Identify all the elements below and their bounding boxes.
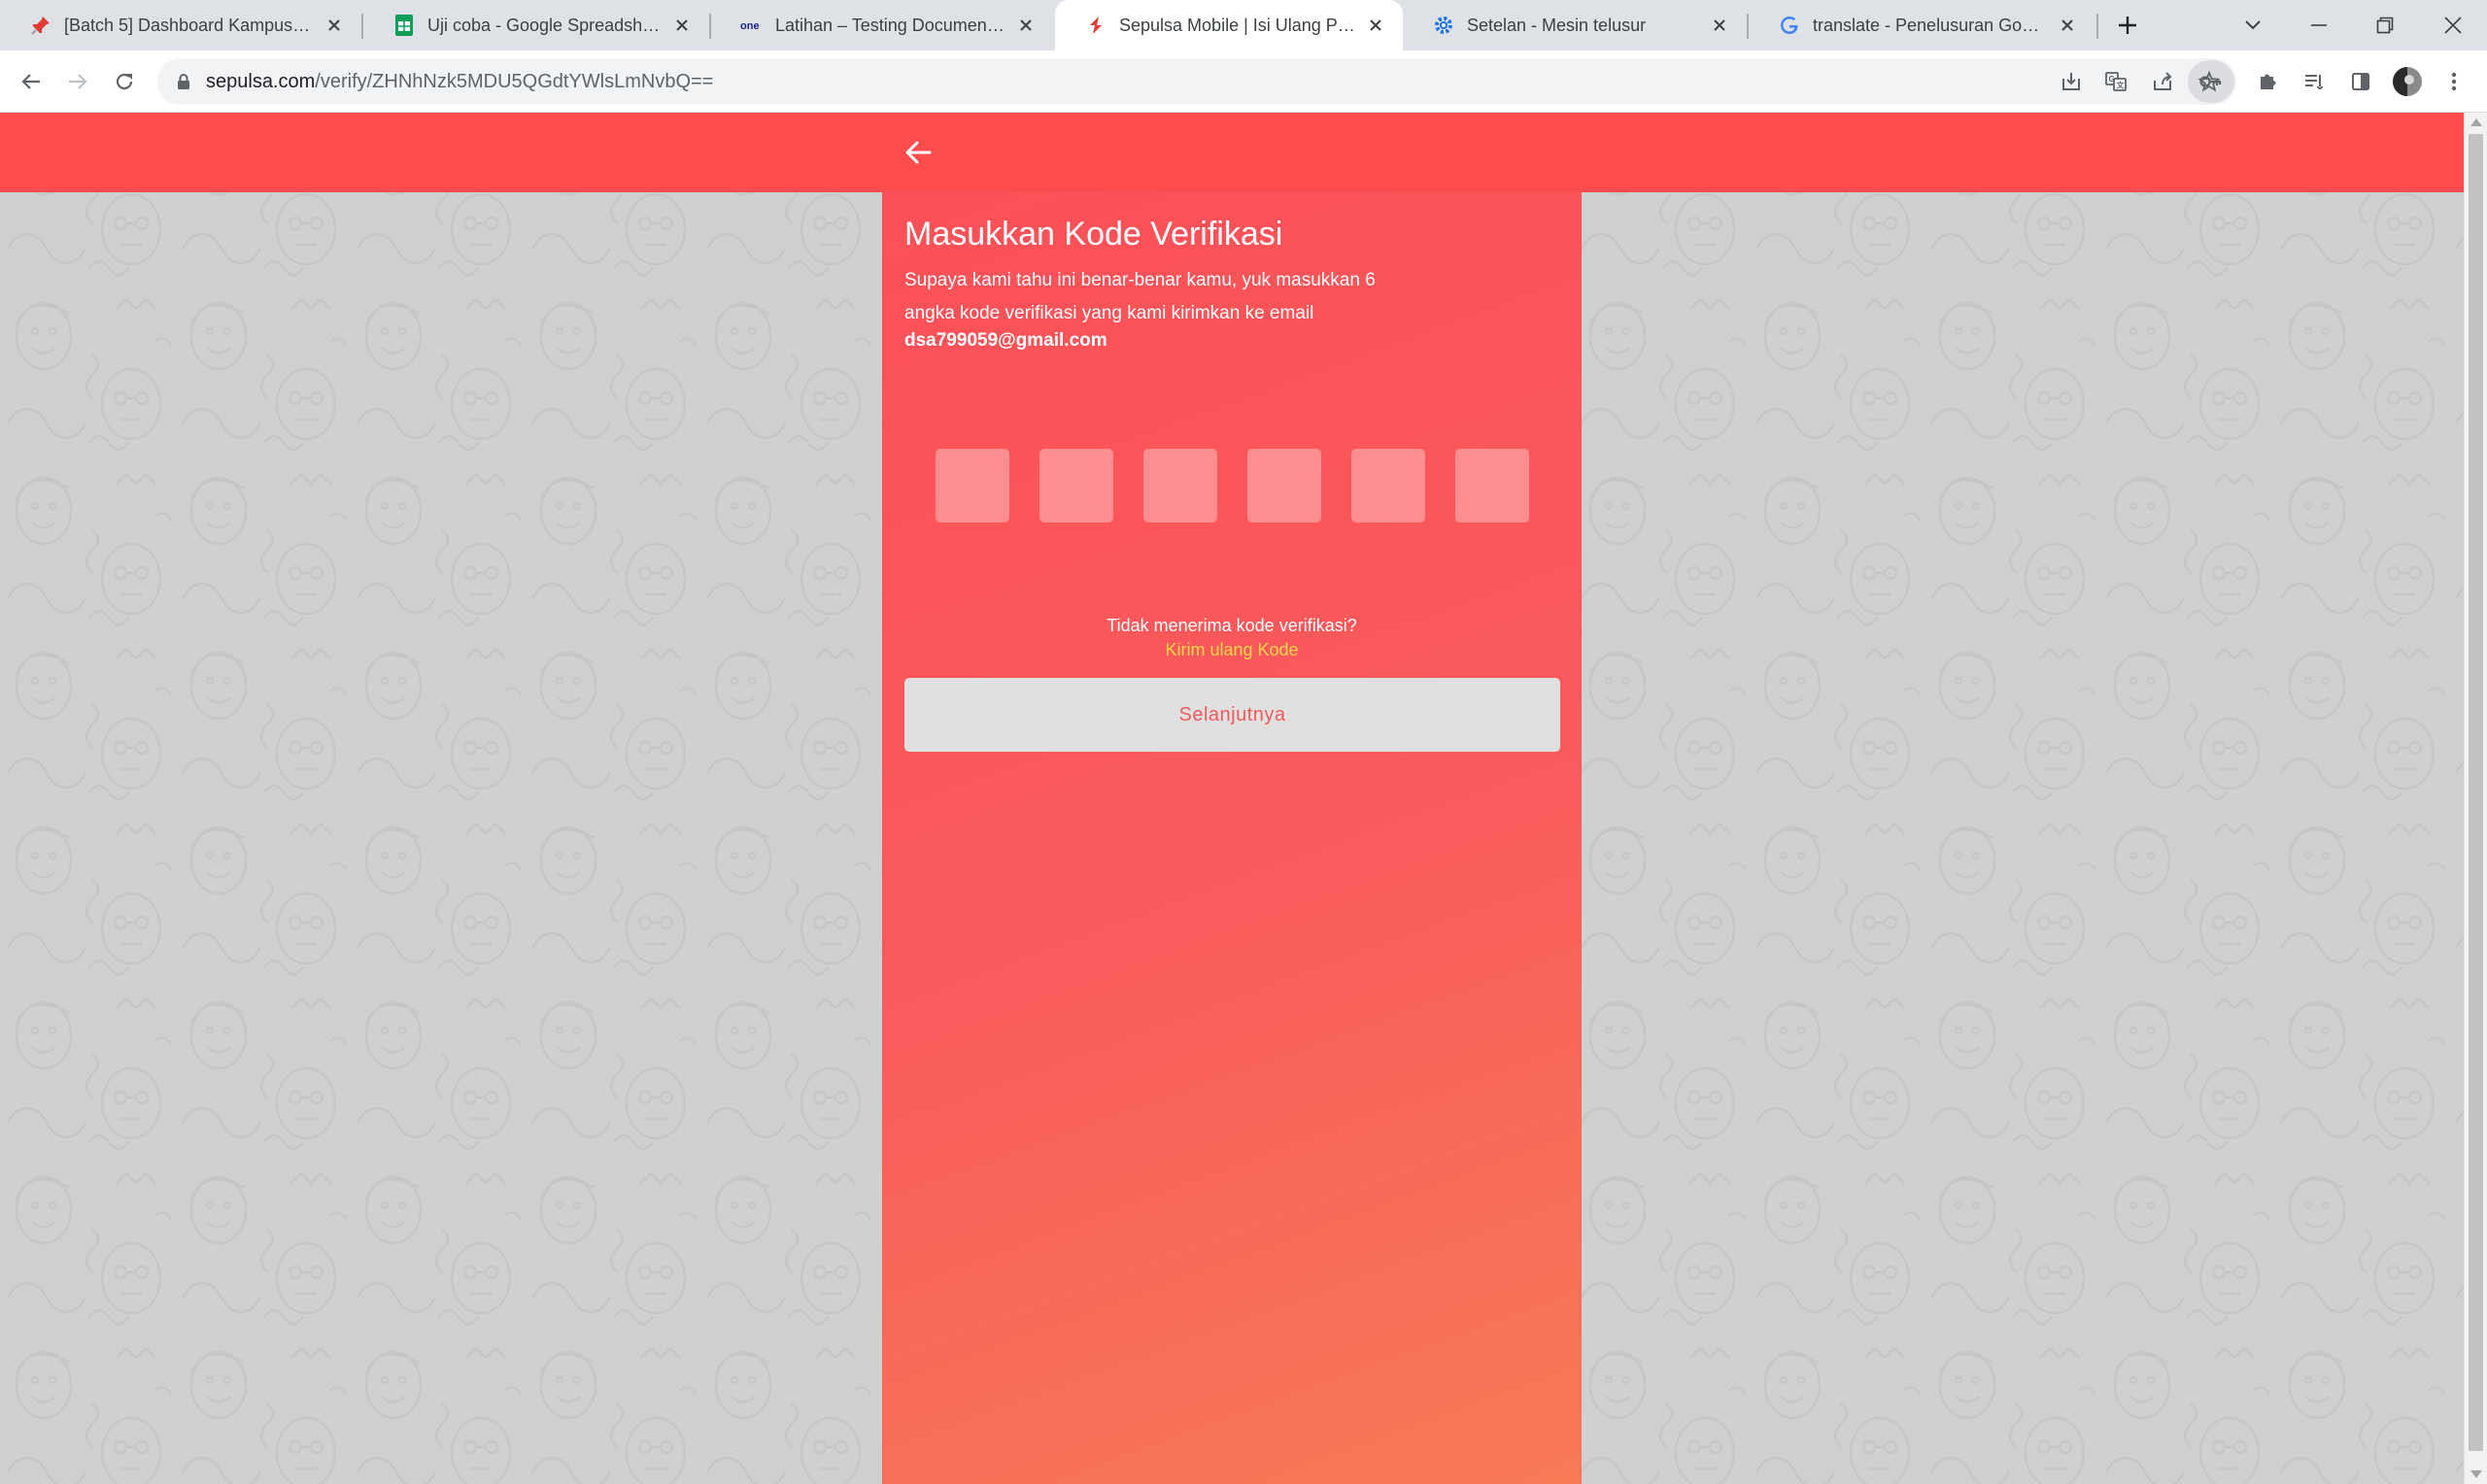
close-tab-icon[interactable] [1364,14,1387,37]
tab-setelan-mesin-telusur[interactable]: Setelan - Mesin telusur [1403,0,1747,51]
tab-sepulsa-mobile[interactable]: Sepulsa Mobile | Isi Ulang Pulsa [1055,0,1403,51]
page-scrollbar[interactable] [2464,113,2487,1484]
scroll-down-arrow-icon[interactable] [2470,1470,2482,1478]
tab-title: Latihan – Testing Documentation [775,15,1006,35]
tab-strip: [Batch 5] Dashboard Kampus Merdeka Uji c… [0,0,2487,51]
share-icon[interactable] [2141,60,2184,103]
otp-digit-2[interactable] [1039,449,1113,523]
otp-digit-4[interactable] [1247,449,1321,523]
tab-latihan-testing[interactable]: one Latihan – Testing Documentation [711,0,1053,51]
sepulsa-logo-icon [1084,14,1107,37]
no-code-received-text: Tidak menerima kode verifikasi? [1107,616,1357,635]
tab-translate-google[interactable]: translate - Penelusuran Google [1749,0,2095,51]
tab-title: translate - Penelusuran Google [1813,15,2048,35]
page-header-bar [0,113,2464,192]
tab-batch5-dashboard[interactable]: [Batch 5] Dashboard Kampus Merdeka [0,0,361,51]
otp-input-group [936,449,1529,523]
page-title: Masukkan Kode Verifikasi [904,216,1283,253]
next-button[interactable]: Selanjutnya [904,678,1560,752]
close-tab-icon[interactable] [323,14,346,37]
page-viewport: Masukkan Kode Verifikasi Supaya kami tah… [0,113,2464,1484]
scroll-up-arrow-icon[interactable] [2470,118,2482,126]
extensions-puzzle-icon[interactable] [2246,60,2289,103]
url-host: sepulsa.com [206,71,316,92]
back-arrow-icon[interactable] [10,60,52,103]
pushpin-icon [29,14,52,37]
svg-text:one: one [740,20,760,32]
recipient-email: dsa799059@gmail.com [904,330,1107,351]
scrollbar-thumb[interactable] [2469,134,2483,1451]
browser-menu-icon[interactable] [2433,60,2475,103]
tab-separator [2096,14,2098,39]
lock-icon[interactable] [173,71,194,92]
bookmark-star-icon[interactable] [2188,60,2231,103]
settings-gear-icon [1432,14,1455,37]
url-path: /verify/ZHNhNzk5MDU5QGdtYWlsLmNvbQ== [315,71,714,92]
otp-digit-5[interactable] [1351,449,1425,523]
close-tab-icon[interactable] [1014,14,1038,37]
profile-avatar[interactable] [2386,60,2429,103]
svg-text:G: G [2109,75,2115,84]
url-text: sepulsa.com/verify/ZHNhNzk5MDU5QGdtYWlsL… [206,71,713,93]
resend-code-link[interactable]: Kirim ulang Kode [882,640,1582,660]
install-app-icon[interactable] [2050,60,2093,103]
otp-digit-3[interactable] [1143,449,1217,523]
restore-window-icon[interactable] [2351,0,2419,51]
close-window-icon[interactable] [2419,0,2487,51]
reload-icon[interactable] [103,60,146,103]
translate-icon[interactable]: G文 [2095,60,2137,103]
browser-toolbar: sepulsa.com/verify/ZHNhNzk5MDU5QGdtYWlsL… [0,51,2487,113]
back-arrow-icon[interactable] [898,132,938,173]
one-logo-icon: one [740,14,764,37]
tab-title: Uji coba - Google Spreadsheet [427,15,663,35]
minimize-icon[interactable] [2285,0,2353,51]
tab-title: Sepulsa Mobile | Isi Ulang Pulsa [1119,15,1356,35]
verification-instructions: Supaya kami tahu ini benar-benar kamu, y… [904,270,1376,323]
new-tab-plus-icon[interactable] [2110,8,2145,43]
otp-digit-1[interactable] [936,449,1009,523]
side-panel-icon[interactable] [2339,60,2382,103]
close-tab-icon[interactable] [670,14,694,37]
tab-title: Setelan - Mesin telusur [1467,15,1647,35]
svg-text:文: 文 [2117,81,2126,90]
close-tab-icon[interactable] [1708,14,1731,37]
tab-search-chevron-down-icon[interactable] [2219,0,2287,51]
close-tab-icon[interactable] [2056,14,2079,37]
forward-arrow-icon[interactable] [56,60,99,103]
verification-panel: Masukkan Kode Verifikasi Supaya kami tah… [882,192,1582,1484]
tab-uji-coba-spreadsheet[interactable]: Uji coba - Google Spreadsheet [363,0,709,51]
address-bar[interactable]: sepulsa.com/verify/ZHNhNzk5MDU5QGdtYWlsL… [157,58,2236,105]
google-g-icon [1778,14,1801,37]
tab-title: [Batch 5] Dashboard Kampus Merdeka [64,15,315,35]
reading-list-icon[interactable] [2293,60,2335,103]
sheets-icon [392,14,416,37]
otp-digit-6[interactable] [1455,449,1529,523]
